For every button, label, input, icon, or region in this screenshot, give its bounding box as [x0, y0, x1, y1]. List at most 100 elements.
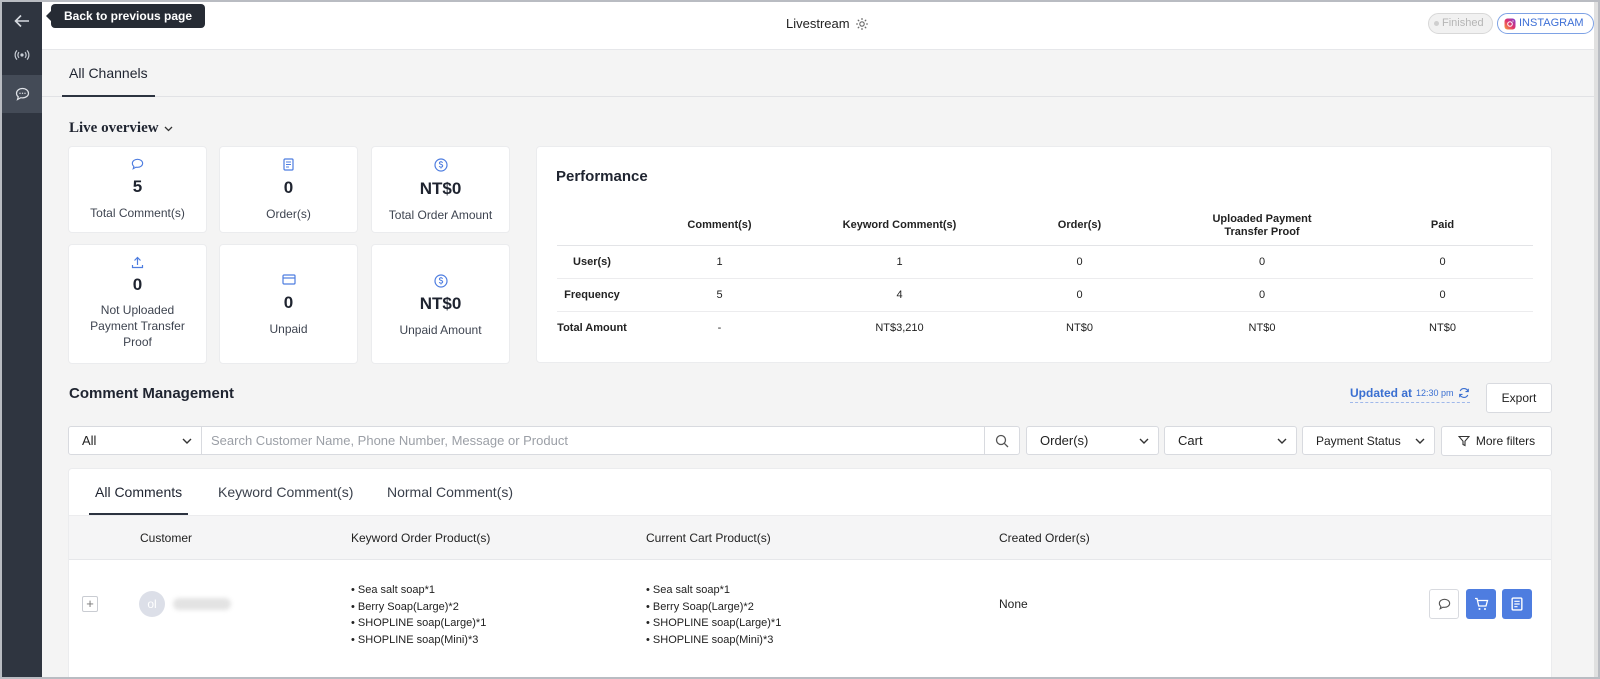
filter-icon — [1457, 435, 1470, 447]
list-item: SHOPLINE soap(Large)*1 — [646, 615, 781, 632]
performance-col: Uploaded Payment Transfer Proof — [1172, 207, 1352, 246]
search-button[interactable] — [984, 426, 1020, 455]
stat-label: Total Order Amount — [388, 208, 493, 222]
broadcast-icon — [14, 49, 30, 61]
keyword-product-list: Sea salt soap*1 Berry Soap(Large)*2 SHOP… — [351, 582, 486, 648]
stat-value: 0 — [283, 293, 294, 312]
performance-cell: 0 — [1172, 245, 1352, 279]
arrow-left-icon — [14, 14, 29, 28]
stat-total-comments: 5 Total Comment(s) — [68, 146, 207, 233]
live-overview-title: Live overview — [69, 120, 159, 136]
stat-unpaid-amount: NT$0 Unpaid Amount — [371, 244, 510, 364]
tab-keyword-comments[interactable]: Keyword Comment(s) — [212, 469, 359, 515]
performance-cell: 0 — [1172, 278, 1352, 312]
list-item: Sea salt soap*1 — [646, 582, 781, 599]
list-item: SHOPLINE soap(Mini)*3 — [646, 632, 781, 649]
payment-status-select-value: Payment Status — [1316, 433, 1401, 448]
header-cart-products: Current Cart Product(s) — [646, 531, 771, 545]
stat-value: NT$0 — [419, 179, 462, 198]
comment-icon — [1438, 598, 1450, 610]
channel-select[interactable]: All — [68, 426, 202, 455]
stat-label: Not Uploaded Payment Transfer Proof — [90, 303, 185, 349]
stat-label: Unpaid — [269, 322, 308, 336]
comment-management-title: Comment Management — [69, 385, 235, 402]
page-title-text: Livestream — [786, 16, 850, 31]
rail-livestream-button[interactable] — [2, 36, 42, 74]
cart-select[interactable]: Cart — [1164, 426, 1297, 455]
tab-normal-comments[interactable]: Normal Comment(s) — [381, 469, 519, 515]
stat-label: Total Comment(s) — [90, 206, 185, 220]
more-filters-button[interactable]: More filters — [1441, 426, 1552, 456]
performance-row: Frequency 5 4 0 0 0 — [557, 278, 1533, 312]
live-overview-toggle[interactable]: Live overview — [69, 120, 173, 137]
app-window: Back to previous page Livestream Finishe… — [0, 0, 1600, 679]
receipt-icon — [283, 158, 294, 171]
expand-row-button[interactable]: + — [82, 596, 98, 612]
gear-icon[interactable] — [855, 17, 869, 31]
list-item: Berry Soap(Large)*2 — [351, 599, 486, 616]
cart-icon — [1474, 597, 1488, 610]
stat-not-uploaded-proof: 0 Not Uploaded Payment Transfer Proof — [68, 244, 207, 364]
rail-comments-button[interactable] — [2, 75, 42, 113]
performance-cell: 0 — [987, 278, 1172, 312]
chevron-down-icon — [1277, 438, 1287, 444]
performance-col: Keyword Comment(s) — [812, 207, 987, 246]
channel-select-value: All — [82, 433, 97, 448]
updated-at-refresh[interactable]: Updated at 12:30 pm — [1350, 386, 1470, 403]
performance-cell: NT$0 — [1248, 321, 1276, 334]
refresh-icon — [1458, 388, 1469, 398]
add-to-cart-button[interactable] — [1466, 589, 1496, 619]
cart-product-list: Sea salt soap*1 Berry Soap(Large)*2 SHOP… — [646, 582, 781, 648]
orders-select[interactable]: Order(s) — [1026, 426, 1159, 455]
more-filters-label: More filters — [1475, 434, 1536, 448]
tab-all-comments[interactable]: All Comments — [89, 469, 189, 515]
created-orders-value: None — [999, 597, 1028, 611]
payment-status-select[interactable]: Payment Status — [1302, 426, 1435, 455]
performance-row: User(s) 1 1 0 0 0 — [557, 245, 1533, 279]
updated-at-label: Updated at — [1350, 386, 1413, 400]
back-button[interactable] — [2, 2, 42, 40]
stat-label: Unpaid Amount — [399, 323, 482, 337]
performance-cell: NT$0 — [1066, 321, 1093, 334]
card-icon — [281, 274, 296, 285]
search-input[interactable]: Search Customer Name, Phone Number, Mess… — [201, 426, 985, 455]
list-item: SHOPLINE soap(Large)*1 — [351, 615, 486, 632]
performance-row: Total Amount - NT$3,210 NT$0 NT$0 NT$0 — [557, 311, 1533, 344]
chevron-down-icon — [182, 438, 192, 444]
top-bar: Livestream Finished INSTAGRAM — [42, 2, 1598, 50]
create-order-button[interactable] — [1502, 589, 1532, 619]
tab-all-channels[interactable]: All Channels — [62, 50, 155, 97]
comment-icon — [131, 158, 144, 170]
status-badge-label: Finished — [1442, 17, 1484, 29]
upload-icon — [131, 256, 144, 269]
instagram-icon — [1504, 18, 1516, 29]
stat-unpaid: 0 Unpaid — [219, 244, 358, 364]
performance-col: Paid — [1352, 207, 1533, 246]
performance-cell: 0 — [1352, 245, 1533, 279]
receipt-icon — [1511, 597, 1523, 611]
page-scrollbar[interactable] — [1594, 2, 1598, 677]
back-tooltip: Back to previous page — [45, 4, 206, 28]
performance-cell: 1 — [812, 245, 987, 279]
performance-cell: 5 — [627, 278, 812, 312]
stat-orders: 0 Order(s) — [219, 146, 358, 233]
customer-name-redacted — [173, 598, 231, 610]
stat-total-order-amount: NT$0 Total Order Amount — [371, 146, 510, 233]
stat-value: 5 — [132, 177, 143, 196]
stat-value: 0 — [283, 178, 294, 197]
status-badge: Finished — [1428, 13, 1493, 34]
status-dot — [1434, 21, 1439, 26]
performance-cell: NT$0 — [1429, 321, 1456, 334]
chevron-down-icon — [164, 126, 173, 131]
orders-select-value: Order(s) — [1040, 433, 1089, 448]
export-button[interactable]: Export — [1486, 383, 1552, 413]
platform-badge-label: INSTAGRAM — [1519, 17, 1584, 29]
performance-card: Performance Comment(s) Keyword Comment(s… — [536, 146, 1552, 363]
cart-select-value: Cart — [1178, 433, 1203, 448]
comment-icon — [15, 87, 29, 101]
performance-cell: NT$3,210 — [875, 321, 924, 334]
list-item: Sea salt soap*1 — [351, 582, 486, 599]
performance-cell: 0 — [987, 245, 1172, 279]
performance-col — [557, 207, 627, 246]
reply-comment-button[interactable] — [1429, 589, 1459, 619]
